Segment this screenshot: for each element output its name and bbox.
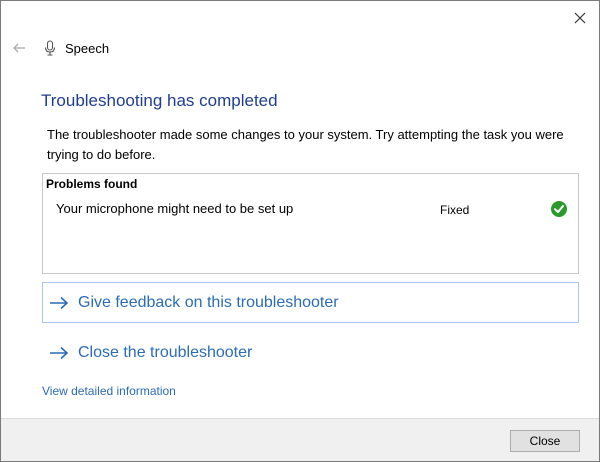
troubleshooter-window: Speech Troubleshooting has completed The… — [0, 0, 600, 462]
arrow-right-icon — [50, 296, 69, 309]
description-text: The troubleshooter made some changes to … — [47, 127, 564, 162]
give-feedback-link[interactable]: Give feedback on this troubleshooter — [42, 282, 579, 323]
view-detailed-information-link[interactable]: View detailed information — [42, 384, 176, 398]
arrow-right-icon — [50, 346, 69, 359]
back-arrow-icon[interactable] — [11, 40, 27, 56]
close-window-button[interactable] — [569, 7, 591, 29]
problem-status: Fixed — [440, 203, 470, 217]
window-header: Speech — [11, 37, 109, 59]
page-title: Troubleshooting has completed — [41, 91, 278, 110]
footer-bar: Close — [1, 418, 599, 461]
window-title: Speech — [65, 40, 110, 56]
close-button[interactable]: Close — [510, 430, 580, 452]
give-feedback-label: Give feedback on this troubleshooter — [78, 293, 339, 311]
problem-row: Your microphone might need to be set up … — [43, 200, 578, 222]
problems-found-panel: Problems found Your microphone might nee… — [42, 173, 579, 274]
close-icon — [574, 12, 586, 24]
problem-text: Your microphone might need to be set up — [56, 201, 294, 216]
microphone-icon — [44, 40, 56, 56]
problems-heading: Problems found — [46, 177, 138, 191]
close-troubleshooter-label: Close the troubleshooter — [78, 343, 253, 361]
checkmark-icon — [551, 201, 567, 217]
close-troubleshooter-link[interactable]: Close the troubleshooter — [42, 332, 579, 373]
